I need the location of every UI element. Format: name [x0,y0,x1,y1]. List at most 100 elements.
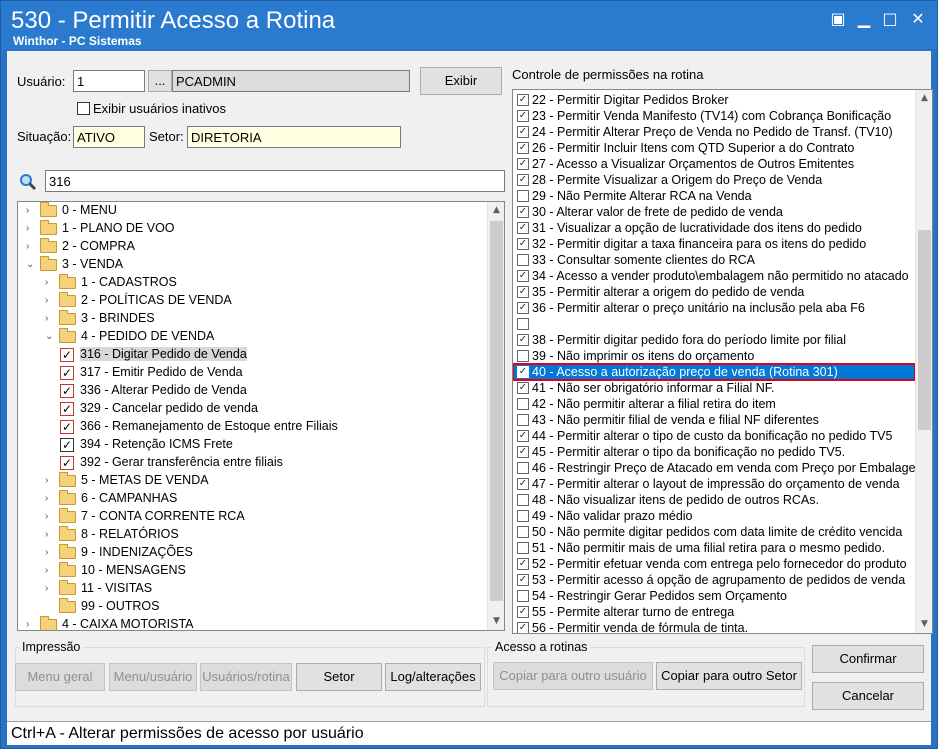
chevron-right-icon[interactable]: › [26,220,36,238]
setor-button[interactable]: Setor [296,663,382,691]
tree-item[interactable]: › 5 - METAS DE VENDA [18,472,488,490]
tree-item[interactable]: › 6 - CAMPANHAS [18,490,488,508]
copy-to-user-button[interactable]: Copiar para outro usuário [493,662,653,690]
permission-checkbox[interactable]: ✓ [517,558,529,570]
permission-checkbox[interactable]: ✓ [517,430,529,442]
permission-checkbox[interactable] [517,254,529,266]
chevron-right-icon[interactable]: › [45,562,55,580]
permission-item[interactable]: ✓ 52 - Permitir efetuar venda com entrega… [513,556,915,572]
permission-item[interactable]: ✓ 36 - Permitir alterar o preço unitário … [513,300,915,316]
tree-item[interactable]: ✓ 336 - Alterar Pedido de Venda [18,382,488,400]
permission-checkbox[interactable]: ✓ [517,606,529,618]
log-alteracoes-button[interactable]: Log/alterações [385,663,481,691]
tree-item[interactable]: › 1 - PLANO DE VOO [18,220,488,238]
permissions-scrollbar[interactable]: ▲ ▼ [915,90,932,633]
scroll-thumb[interactable] [918,230,931,430]
permission-item[interactable]: ✓ 26 - Permitir Incluir Itens com QTD Sup… [513,140,915,156]
menu-usuario-button[interactable]: Menu/usuário [109,663,197,691]
confirm-button[interactable]: Confirmar [812,645,924,673]
permission-checkbox[interactable]: ✓ [517,174,529,186]
tree-item[interactable]: ✓ 316 - Digitar Pedido de Venda [18,346,488,364]
chevron-right-icon[interactable]: › [26,616,36,630]
tree-item[interactable]: ✓ 392 - Gerar transferência entre filiais [18,454,488,472]
permission-item[interactable]: 29 - Não Permite Alterar RCA na Venda [513,188,915,204]
scroll-thumb[interactable] [490,221,503,601]
chevron-right-icon[interactable]: › [45,508,55,526]
routine-checkbox[interactable]: ✓ [60,456,74,470]
permission-item[interactable]: 39 - Não imprimir os itens do orçamento [513,348,915,364]
permission-checkbox[interactable] [517,318,529,330]
tree-item[interactable]: › 11 - VISITAS [18,580,488,598]
scroll-up-icon[interactable]: ▲ [488,202,504,219]
permission-item[interactable]: ✓ 53 - Permitir acesso á opção de agrupam… [513,572,915,588]
tree-item[interactable]: 99 - OUTROS [18,598,488,616]
chevron-right-icon[interactable]: › [26,202,36,220]
routine-checkbox[interactable]: ✓ [60,348,74,362]
permission-checkbox[interactable]: ✓ [517,286,529,298]
permission-item[interactable]: 33 - Consultar somente clientes do RCA [513,252,915,268]
chevron-down-icon[interactable]: ⌄ [26,256,36,274]
permission-checkbox[interactable] [517,542,529,554]
permission-checkbox[interactable]: ✓ [517,238,529,250]
chevron-right-icon[interactable]: › [45,526,55,544]
permission-item[interactable]: ✓ 31 - Visualizar a opção de lucratividad… [513,220,915,236]
permission-checkbox[interactable]: ✓ [517,334,529,346]
permission-checkbox[interactable] [517,350,529,362]
usuarios-rotina-button[interactable]: Usuários/rotina [200,663,292,691]
permission-item[interactable]: ✓ 23 - Permitir Venda Manifesto (TV14) co… [513,108,915,124]
routine-checkbox[interactable]: ✓ [60,420,74,434]
permission-item[interactable]: ✓ 28 - Permite Visualizar a Origem do Pre… [513,172,915,188]
permission-checkbox[interactable]: ✓ [517,622,529,633]
permission-checkbox[interactable]: ✓ [517,126,529,138]
permission-checkbox[interactable]: ✓ [517,94,529,106]
chevron-right-icon[interactable]: › [45,292,55,310]
tree-item[interactable]: › 10 - MENSAGENS [18,562,488,580]
cancel-button[interactable]: Cancelar [812,682,924,710]
permission-item[interactable]: ✓ 34 - Acesso a vender produto\embalagem … [513,268,915,284]
permission-item[interactable]: ✓ 41 - Não ser obrigatório informar a Fil… [513,380,915,396]
permission-checkbox[interactable] [517,462,529,474]
permission-checkbox[interactable]: ✓ [517,446,529,458]
close-button[interactable]: ✕ [907,9,929,29]
tree-item[interactable]: ✓ 329 - Cancelar pedido de venda [18,400,488,418]
permission-item[interactable]: 48 - Não visualizar itens de pedido de o… [513,492,915,508]
tree-item[interactable]: › 7 - CONTA CORRENTE RCA [18,508,488,526]
permission-checkbox[interactable]: ✓ [517,574,529,586]
tree-item[interactable]: ✓ 394 - Retenção ICMS Frete [18,436,488,454]
permission-item[interactable]: ✓ 38 - Permitir digitar pedido fora do pe… [513,332,915,348]
permission-item[interactable]: 42 - Não permitir alterar a filial retir… [513,396,915,412]
permission-item[interactable]: 43 - Não permitir filial de venda e fili… [513,412,915,428]
permission-checkbox[interactable]: ✓ [517,382,529,394]
chevron-right-icon[interactable]: › [45,544,55,562]
menu-geral-button[interactable]: Menu geral [15,663,105,691]
permission-checkbox[interactable]: ✓ [517,110,529,122]
permission-item[interactable]: 54 - Restringir Gerar Pedidos sem Orçame… [513,588,915,604]
permission-item[interactable]: 46 - Restringir Preço de Atacado em vend… [513,460,915,476]
scroll-down-icon[interactable]: ▼ [916,616,932,633]
chevron-right-icon[interactable]: › [45,310,55,328]
scroll-up-icon[interactable]: ▲ [916,90,932,107]
permission-item[interactable]: 50 - Não permite digitar pedidos com dat… [513,524,915,540]
tree-item[interactable]: › 9 - INDENIZAÇÕES [18,544,488,562]
copy-to-sector-button[interactable]: Copiar para outro Setor [656,662,802,690]
permission-checkbox[interactable] [517,510,529,522]
permission-checkbox[interactable]: ✓ [517,206,529,218]
tree-item[interactable]: › 3 - BRINDES [18,310,488,328]
routine-checkbox[interactable]: ✓ [60,366,74,380]
permission-checkbox[interactable]: ✓ [517,222,529,234]
minimize-button[interactable]: ▁ [853,9,875,29]
tree-item[interactable]: ⌄ 3 - VENDA [18,256,488,274]
permission-item[interactable]: ✓ 32 - Permitir digitar a taxa financeira… [513,236,915,252]
permission-checkbox[interactable] [517,414,529,426]
chevron-right-icon[interactable]: › [45,472,55,490]
tree-scrollbar[interactable]: ▲ ▼ [487,202,504,630]
tree-item[interactable]: › 1 - CADASTROS [18,274,488,292]
permission-checkbox[interactable]: ✓ [517,302,529,314]
tree-item[interactable]: ⌄ 4 - PEDIDO DE VENDA [18,328,488,346]
tree-item[interactable]: ✓ 366 - Remanejamento de Estoque entre Fi… [18,418,488,436]
routine-checkbox[interactable]: ✓ [60,402,74,416]
scroll-down-icon[interactable]: ▼ [488,613,504,630]
chevron-right-icon[interactable]: › [45,490,55,508]
permission-checkbox[interactable] [517,190,529,202]
permission-checkbox[interactable] [517,590,529,602]
